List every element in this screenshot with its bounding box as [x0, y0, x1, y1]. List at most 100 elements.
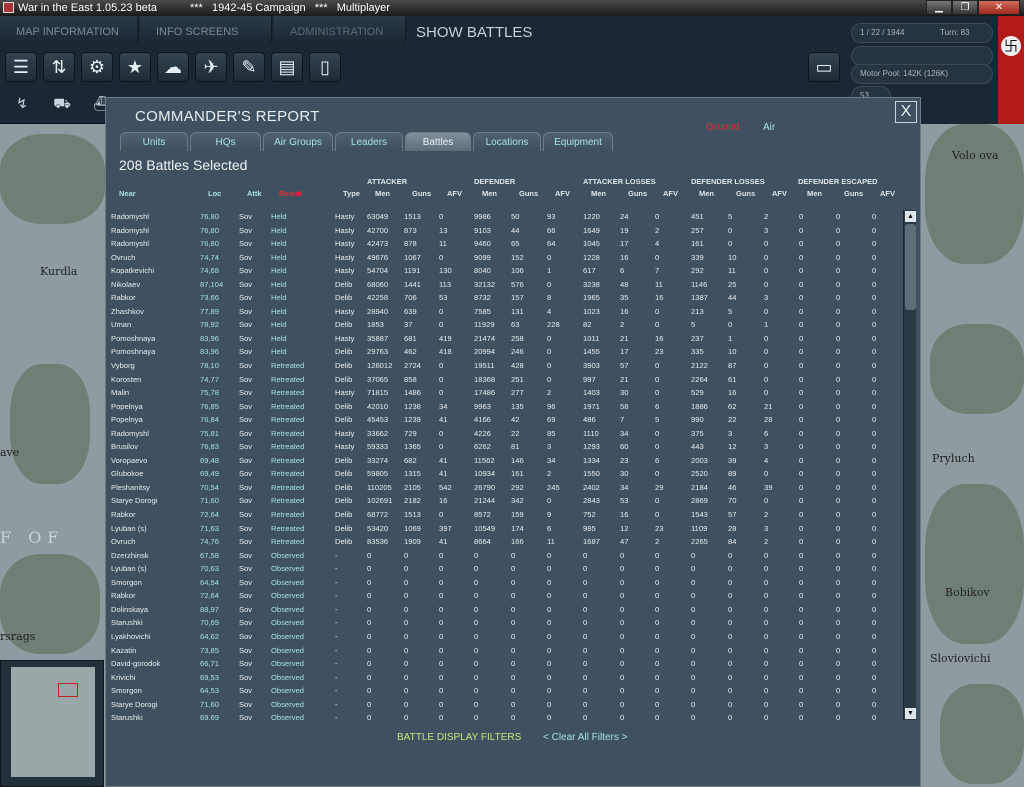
table-row[interactable]: David-gorodok 66,71 Sov Observed - 0 0 0 0 0 0 0 0 0 0… [106, 657, 906, 671]
table-row[interactable]: Rabkor 72,64 Sov Retreated Delib 68772 1513 0 85… [106, 508, 906, 522]
tab-hqs[interactable]: HQs [190, 132, 261, 151]
truck-icon[interactable]: ⛟ [45, 90, 79, 116]
table-row[interactable]: Voropaevo 69,48 Sov Retreated Delib 33274 682 4… [106, 454, 906, 468]
minimap[interactable] [0, 660, 104, 787]
tab-info-screens[interactable]: INFO SCREENS [140, 16, 272, 46]
column-header[interactable]: Men [375, 189, 390, 198]
column-header[interactable]: Loc [208, 189, 221, 198]
aircraft-icon[interactable]: ✈ [195, 52, 227, 82]
table-row[interactable]: Lyakhovichi 64,62 Sov Observed - 0 0 0 0 0 0 0 0 0 0 0 0… [106, 630, 906, 644]
column-header[interactable]: Guns [628, 189, 647, 198]
column-header[interactable]: Attk [247, 189, 262, 198]
table-row[interactable]: Glubokoe 69,49 Sov Retreated Delib 59805 1315 4… [106, 467, 906, 481]
table-row[interactable]: Starye Dorogi 71,60 Sov Observed - 0 0 0 0 0 0 0 0 0 0… [106, 698, 906, 712]
table-row[interactable]: Radomyshl 76,80 Sov Held Hasty 42473 878 11 9460… [106, 237, 906, 251]
table-cell: 0 [511, 631, 516, 641]
table-row[interactable]: Starushki 70,69 Sov Observed - 0 0 0 0 0 0 0 0 0 0 0 0 0 0… [106, 616, 906, 630]
tab-battles[interactable]: Battles [405, 132, 471, 151]
scrollbar[interactable]: ▲ ▼ [903, 210, 916, 720]
table-row[interactable]: Smorgon 64,54 Sov Observed - 0 0 0 0 0 0 0 0 0 0 0 0 0 0 0 [106, 576, 906, 590]
filter-ground[interactable]: Ground [706, 122, 739, 133]
table-row[interactable]: Lyuban (s) 71,63 Sov Retreated Delib 53420 106… [106, 522, 906, 536]
column-header[interactable]: Men [699, 189, 714, 198]
clear-filters-button[interactable]: < Clear All Filters > [543, 732, 627, 743]
tab-map-information[interactable]: MAP INFORMATION [0, 16, 138, 46]
battle-display-filters-button[interactable]: BATTLE DISPLAY FILTERS [397, 732, 521, 743]
table-cell: 752 [583, 510, 596, 520]
scroll-up-icon[interactable]: ▲ [905, 211, 916, 222]
layers-icon[interactable]: ☰ [5, 52, 37, 82]
column-header[interactable]: Guns [736, 189, 755, 198]
table-row[interactable]: Vyborg 78,10 Sov Retreated Delib 126012 2724 0 1… [106, 359, 906, 373]
sliders-icon[interactable]: ⇅ [43, 52, 75, 82]
table-row[interactable]: Nikolaev 87,104 Sov Held Delib 68060 1441 113 32… [106, 278, 906, 292]
table-row[interactable]: Smorgon 64,53 Sov Observed - 0 0 0 0 0 0 0 0 0 0 0 0 0 0 0 [106, 684, 906, 698]
table-cell: 12 [620, 523, 629, 533]
column-header[interactable]: AFV [447, 189, 462, 198]
document-icon[interactable]: ▯ [309, 52, 341, 82]
table-row[interactable]: Radomyshl 76,80 Sov Held Hasty 42700 873 13 9103… [106, 224, 906, 238]
star-icon[interactable]: ★ [119, 52, 151, 82]
column-header[interactable]: Result [279, 189, 302, 198]
column-header[interactable]: AFV [555, 189, 570, 198]
column-header[interactable]: Men [591, 189, 606, 198]
window-close-button[interactable]: ✕ [978, 0, 1020, 15]
table-row[interactable]: Pomoshnaya 83,96 Sov Held Hasty 35887 681 419 21… [106, 332, 906, 346]
weather-icon[interactable]: ☁ [157, 52, 189, 82]
minimize-panel-icon[interactable]: ▭ [808, 52, 840, 82]
tab-units[interactable]: Units [120, 132, 188, 151]
tab-leaders[interactable]: Leaders [335, 132, 403, 151]
table-cell: 0 [511, 618, 516, 628]
column-header[interactable]: Guns [844, 189, 863, 198]
tab-administration[interactable]: ADMINISTRATION [274, 16, 406, 46]
scroll-thumb[interactable] [905, 224, 916, 310]
table-row[interactable]: Radomyshl 76,80 Sov Held Hasty 63049 1513 0 9986… [106, 210, 906, 224]
tab-equipment[interactable]: Equipment [543, 132, 613, 151]
table-row[interactable]: Kazatin 73,85 Sov Observed - 0 0 0 0 0 0 0 0 0 0 0 0 0 0 0 [106, 644, 906, 658]
maximize-button[interactable]: ❐ [952, 0, 978, 15]
table-row[interactable]: Ovruch 74,76 Sov Retreated Delib 83536 1909 41 8… [106, 535, 906, 549]
fuel-icon[interactable]: ▤ [271, 52, 303, 82]
column-header[interactable]: Near [119, 189, 136, 198]
minimize-button[interactable]: ▁ [926, 0, 952, 15]
route-icon[interactable]: ↯ [5, 90, 39, 116]
table-row[interactable]: Krivichi 69,53 Sov Observed - 0 0 0 0 0 0 0 0 0 0 0 0 0 0 0 [106, 671, 906, 685]
column-header[interactable]: AFV [772, 189, 787, 198]
tab-air-groups[interactable]: Air Groups [263, 132, 333, 151]
table-row[interactable]: Brusilov 76,83 Sov Retreated Hasty 59333 1365 0… [106, 440, 906, 454]
table-row[interactable]: Radomyshl 75,81 Sov Retreated Hasty 33662 729 0… [106, 427, 906, 441]
column-header[interactable]: Guns [412, 189, 431, 198]
column-header[interactable]: AFV [880, 189, 895, 198]
table-row[interactable]: Starye Dorogi 71,60 Sov Retreated Delib 10269… [106, 494, 906, 508]
bomb-icon[interactable]: ✎ [233, 52, 265, 82]
table-row[interactable]: Korosten 74,77 Sov Retreated Delib 37065 858 0 1… [106, 373, 906, 387]
close-button[interactable]: X [895, 101, 917, 123]
table-row[interactable]: Ovruch 74,74 Sov Held Hasty 49676 1067 0 9099 152… [106, 251, 906, 265]
table-row[interactable]: Starushki 69,69 Sov Observed - 0 0 0 0 0 0 0 0 0 0 0 0 0 0… [106, 711, 906, 720]
table-row[interactable]: Lyuban (s) 70,63 Sov Observed - 0 0 0 0 0 0 0 0 0 0 0 0 0… [106, 562, 906, 576]
column-header[interactable]: Men [482, 189, 497, 198]
column-header[interactable]: Guns [519, 189, 538, 198]
table-row[interactable]: Uman 78,92 Sov Held Delib 1853 37 0 11929 63 228 82… [106, 318, 906, 332]
table-cell: Retreated [271, 537, 305, 547]
table-row[interactable]: Dzerzhinsk 67,58 Sov Observed - 0 0 0 0 0 0 0 0 0 0 0 0 0… [106, 549, 906, 563]
minimap-viewport[interactable] [58, 683, 78, 697]
table-row[interactable]: Rabkor 73,66 Sov Held Delib 42258 706 53 8732 157… [106, 291, 906, 305]
column-header[interactable]: AFV [663, 189, 678, 198]
column-header[interactable]: Men [807, 189, 822, 198]
scroll-down-icon[interactable]: ▼ [905, 708, 916, 719]
tab-locations[interactable]: Locations [473, 132, 541, 151]
table-cell: 6 [764, 428, 769, 438]
table-row[interactable]: Zhashkov 77,89 Sov Held Hasty 28940 639 0 7585 13… [106, 305, 906, 319]
table-row[interactable]: Pleshanitsy 70,54 Sov Retreated Delib 110205 2… [106, 481, 906, 495]
table-row[interactable]: Pomoshnaya 83,96 Sov Held Delib 29763 462 418 20… [106, 345, 906, 359]
filter-air[interactable]: Air [763, 122, 775, 133]
table-row[interactable]: Malin 75,78 Sov Retreated Hasty 71815 1486 0 174… [106, 386, 906, 400]
column-header[interactable]: Type [343, 189, 360, 198]
gear-icon[interactable]: ⚙ [81, 52, 113, 82]
table-row[interactable]: Rabkor 72,64 Sov Observed - 0 0 0 0 0 0 0 0 0 0 0 0 0 0 0 [106, 589, 906, 603]
table-row[interactable]: Kopatkevichi 74,68 Sov Held Hasty 54704 1191 13… [106, 264, 906, 278]
table-row[interactable]: Popelnya 76,84 Sov Retreated Delib 45453 1239 4… [106, 413, 906, 427]
table-row[interactable]: Popelnya 76,85 Sov Retreated Delib 42010 1238 3… [106, 400, 906, 414]
table-row[interactable]: Dolinskaya 88,97 Sov Observed - 0 0 0 0 0 0 0 0 0 0 0 0 0… [106, 603, 906, 617]
